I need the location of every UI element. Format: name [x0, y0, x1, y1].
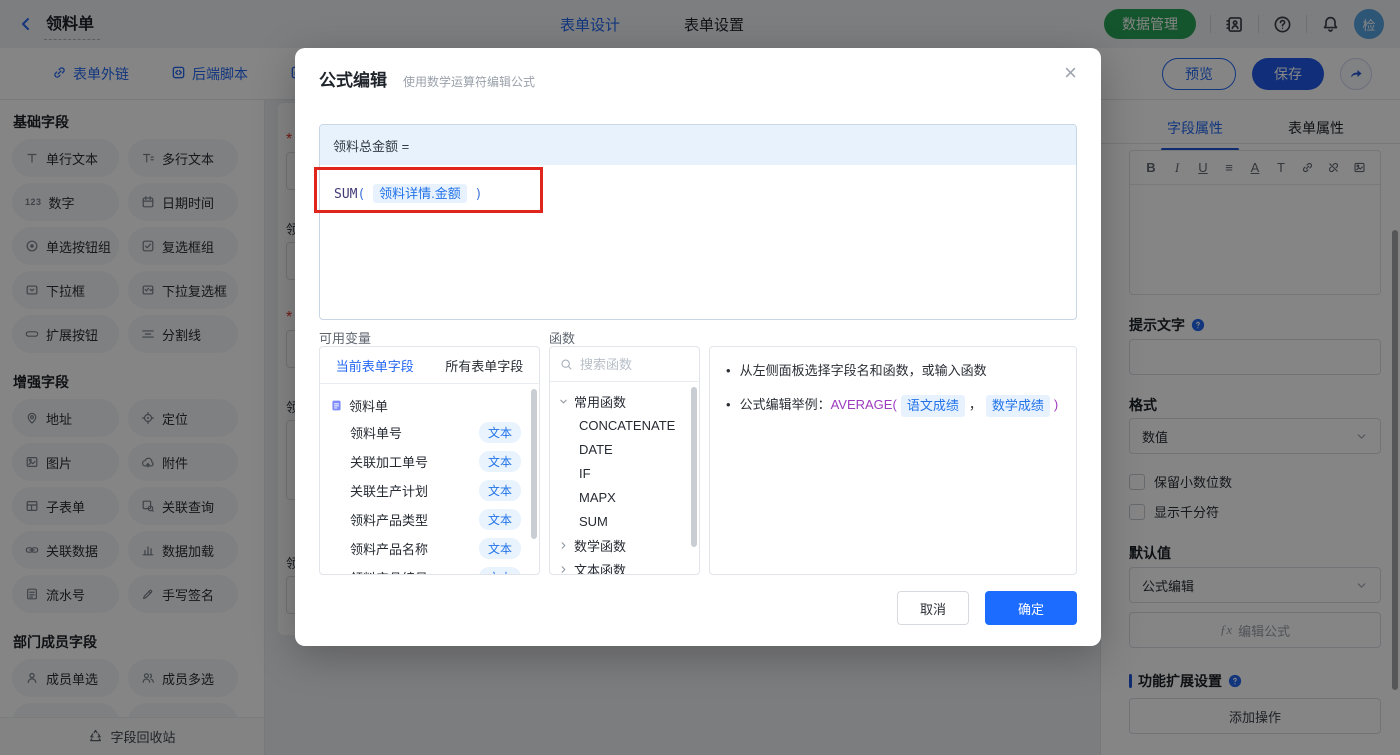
- cancel-button[interactable]: 取消: [897, 591, 969, 625]
- type-badge: 文本: [478, 509, 521, 530]
- help-line-1: 从左侧面板选择字段名和函数，或输入函数: [726, 361, 1060, 381]
- variable-row[interactable]: 关联生产计划 文本: [330, 476, 539, 505]
- functions-scrollbar[interactable]: [691, 387, 697, 547]
- variable-row[interactable]: 领料单号 文本: [330, 418, 539, 447]
- type-badge: 文本: [478, 422, 521, 443]
- variables-panel: 当前表单字段 所有表单字段 领料单 领料单号 文本 关联加工单号 文本 关联生产计划…: [319, 346, 540, 575]
- function-item-if[interactable]: IF: [558, 461, 699, 485]
- variable-row[interactable]: 关联加工单号 文本: [330, 447, 539, 476]
- form-file-icon: [330, 399, 343, 412]
- function-item-sum[interactable]: SUM: [558, 509, 699, 533]
- function-search-input[interactable]: [580, 356, 670, 372]
- close-icon[interactable]: ×: [1064, 62, 1077, 84]
- variables-scrollbar[interactable]: [531, 389, 537, 539]
- variable-row[interactable]: 领料产品类型 文本: [330, 505, 539, 534]
- type-badge: 文本: [478, 567, 521, 574]
- function-item-mapx[interactable]: MAPX: [558, 485, 699, 509]
- average-function: AVERAGE: [830, 397, 893, 412]
- form-designer-screen: 领料单 表单设计 表单设置 数据管理 检 表单外链 后端脚本 数据权限 预览 保…: [0, 0, 1400, 755]
- search-icon: [560, 358, 573, 371]
- variable-row[interactable]: 领料产品名称 文本: [330, 534, 539, 563]
- confirm-button[interactable]: 确定: [985, 591, 1077, 625]
- tab-all-form-fields[interactable]: 所有表单字段: [430, 347, 540, 383]
- function-group-math[interactable]: 数学函数: [558, 533, 699, 557]
- help-line-2: 公式编辑举例：AVERAGE( 语文成绩 ， 数学成绩 ): [726, 395, 1060, 417]
- chevron-down-icon: [558, 396, 569, 407]
- type-badge: 文本: [478, 451, 521, 472]
- modal-title: 公式编辑: [319, 71, 387, 90]
- formula-edit-modal: 公式编辑 使用数学运算符编辑公式 × 领料总金额 = SUM( 领料详情.金额 …: [295, 48, 1101, 646]
- function-item-concatenate[interactable]: CONCATENATE: [558, 413, 699, 437]
- red-annotation-box: [314, 167, 543, 213]
- variables-label: 可用变量: [319, 331, 372, 346]
- type-badge: 文本: [478, 538, 521, 559]
- form-tree-node[interactable]: 领料单: [330, 392, 539, 418]
- formula-editor[interactable]: 领料总金额 = SUM( 领料详情.金额 ): [319, 124, 1077, 320]
- function-search[interactable]: [550, 347, 699, 382]
- type-badge: 文本: [478, 480, 521, 501]
- variable-row[interactable]: 领料产品编号文本: [330, 563, 539, 574]
- chevron-right-icon: [558, 564, 569, 575]
- function-group-text[interactable]: 文本函数: [558, 557, 699, 575]
- function-item-date[interactable]: DATE: [558, 437, 699, 461]
- example-chip-math: 数学成绩: [985, 395, 1050, 417]
- functions-label: 函数: [549, 331, 576, 346]
- help-panel: 从左侧面板选择字段名和函数，或输入函数 公式编辑举例：AVERAGE( 语文成绩…: [709, 346, 1077, 575]
- example-chip-chinese: 语文成绩: [900, 395, 965, 417]
- function-group-common[interactable]: 常用函数: [558, 389, 699, 413]
- chevron-right-icon: [558, 540, 569, 551]
- formula-target: 领料总金额 =: [320, 125, 1076, 165]
- tab-current-form-fields[interactable]: 当前表单字段: [320, 347, 430, 383]
- functions-panel: 常用函数 CONCATENATE DATE IF MAPX SUM 数学函数 文…: [549, 346, 700, 575]
- modal-subtitle: 使用数学运算符编辑公式: [403, 75, 536, 89]
